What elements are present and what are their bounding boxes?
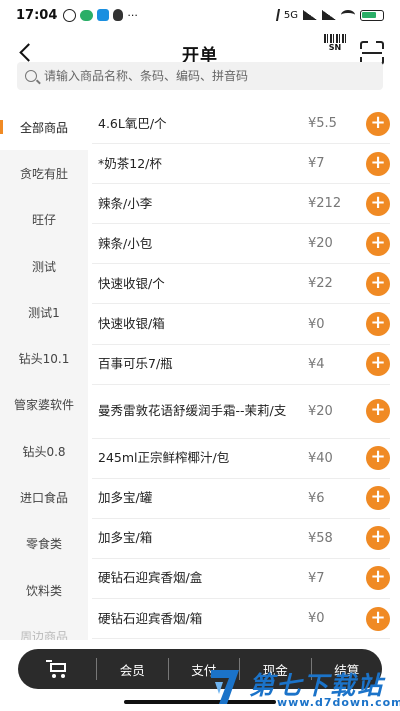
product-row[interactable]: 百事可乐7/瓶 ¥4 + <box>92 345 390 385</box>
product-name: 辣条/小包 <box>98 235 153 251</box>
product-row[interactable]: 硬钻石迎宾香烟/盒 ¥7 + <box>92 559 390 600</box>
category-item[interactable]: 贪吃有肚 <box>0 150 88 196</box>
product-price: ¥40 <box>308 450 333 466</box>
add-to-cart-button[interactable]: + <box>366 352 390 377</box>
add-to-cart-button[interactable]: + <box>366 399 390 424</box>
category-item[interactable]: 测试1 <box>0 289 88 335</box>
serial-number-label: SN <box>328 43 342 52</box>
wifi-icon <box>341 10 355 20</box>
status-time: 17:04 <box>16 7 58 23</box>
product-name: 快速收银/个 <box>98 275 165 291</box>
settle-button[interactable]: 结算 <box>312 660 383 679</box>
product-price: ¥0 <box>308 611 325 627</box>
bluetooth-icon <box>269 9 280 21</box>
search-bar[interactable] <box>17 62 383 90</box>
member-button[interactable]: 会员 <box>97 660 168 679</box>
add-to-cart-button[interactable]: + <box>366 526 390 551</box>
category-item[interactable]: 管家婆软件 <box>0 382 88 428</box>
product-row[interactable]: 曼秀雷敦花语舒缓润手霜--茉莉/支 ¥20 + <box>92 385 390 439</box>
category-item[interactable]: 全部商品 <box>0 104 88 151</box>
cart-icon <box>46 660 68 678</box>
add-to-cart-button[interactable]: + <box>366 566 390 591</box>
category-item[interactable]: 旺仔 <box>0 197 88 243</box>
add-to-cart-button[interactable]: + <box>366 111 390 136</box>
add-to-cart-button[interactable]: + <box>366 312 390 337</box>
category-item[interactable]: 测试 <box>0 243 88 289</box>
product-row[interactable]: 辣条/小包 ¥20 + <box>92 224 390 265</box>
checkout-bar: 会员 支付 现金 结算 <box>18 649 382 689</box>
product-name: 加多宝/箱 <box>98 530 153 546</box>
add-to-cart-button[interactable]: + <box>366 446 390 471</box>
product-row[interactable]: *奶茶12/杯 ¥7 + <box>92 144 390 185</box>
search-icon <box>25 70 37 82</box>
category-item[interactable]: 进口食品 <box>0 474 88 520</box>
product-name: 曼秀雷敦花语舒缓润手霜--茉莉/支 <box>98 403 287 419</box>
add-to-cart-button[interactable]: + <box>366 606 390 631</box>
pay-button[interactable]: 支付 <box>169 660 240 679</box>
qq-icon <box>113 9 124 21</box>
category-item[interactable]: 钻头0.8 <box>0 428 88 474</box>
product-name: 加多宝/罐 <box>98 490 153 506</box>
category-item[interactable]: 饮料类 <box>0 567 88 613</box>
product-row[interactable]: 加多宝/罐 ¥6 + <box>92 479 390 519</box>
payment-app-icon <box>97 9 110 21</box>
category-item[interactable]: 零食类 <box>0 521 88 567</box>
category-sidebar: 全部商品 贪吃有肚 旺仔 测试 测试1 钻头10.1 管家婆软件 钻头0.8 进… <box>0 104 88 640</box>
wechat-icon <box>80 9 94 21</box>
serial-number-button[interactable]: SN <box>323 34 347 56</box>
scan-icon <box>362 52 382 54</box>
product-price: ¥212 <box>308 196 342 212</box>
product-row[interactable]: 快速收银/箱 ¥0 + <box>92 304 390 345</box>
search-input[interactable] <box>44 69 364 83</box>
add-to-cart-button[interactable]: + <box>366 271 390 296</box>
notification-icons: ··· <box>63 8 138 22</box>
product-name: 硬钻石迎宾香烟/盒 <box>98 570 203 586</box>
product-row[interactable]: 4.6L氧巴/个 ¥5.5 + <box>92 104 390 145</box>
system-icons: 5G <box>269 9 384 21</box>
product-name: 快速收银/箱 <box>98 316 165 332</box>
product-name: 百事可乐7/瓶 <box>98 356 173 372</box>
cart-button[interactable] <box>18 649 96 689</box>
product-name: 硬钻石迎宾香烟/箱 <box>98 610 203 626</box>
add-to-cart-button[interactable]: + <box>366 231 390 256</box>
signal-icon-2 <box>322 10 336 20</box>
product-price: ¥4 <box>308 356 325 372</box>
product-price: ¥6 <box>308 490 325 506</box>
add-to-cart-button[interactable]: + <box>366 486 390 511</box>
product-name: 4.6L氧巴/个 <box>98 115 167 131</box>
status-bar: 17:04 ··· 5G <box>0 0 400 30</box>
signal-icon <box>303 10 317 20</box>
alarm-icon <box>63 8 77 22</box>
more-notifications-icon: ··· <box>127 8 138 22</box>
product-price: ¥58 <box>308 530 333 546</box>
battery-icon <box>360 9 384 21</box>
product-row[interactable]: 加多宝/箱 ¥58 + <box>92 519 390 559</box>
product-row[interactable]: 快速收银/个 ¥22 + <box>92 264 390 305</box>
product-price: ¥0 <box>308 316 325 332</box>
product-row[interactable]: 245ml正宗鲜榨椰汁/包 ¥40 + <box>92 439 390 479</box>
product-name: 245ml正宗鲜榨椰汁/包 <box>98 450 230 466</box>
product-list: 4.6L氧巴/个 ¥5.5 + *奶茶12/杯 ¥7 + 辣条/小李 ¥212 … <box>88 104 400 640</box>
category-item[interactable]: 周边商品 <box>0 613 88 640</box>
product-row[interactable]: 硬钻石迎宾香烟/箱 ¥0 + <box>92 599 390 640</box>
product-price: ¥7 <box>308 156 325 172</box>
category-item[interactable]: 钻头10.1 <box>0 335 88 381</box>
watermark-url: www.d7down.com <box>277 696 400 709</box>
add-to-cart-button[interactable]: + <box>366 151 390 176</box>
product-name: *奶茶12/杯 <box>98 155 162 171</box>
product-row[interactable]: 辣条/小李 ¥212 + <box>92 184 390 225</box>
barcode-icon <box>324 34 346 43</box>
network-type: 5G <box>283 9 298 21</box>
product-price: ¥22 <box>308 276 333 292</box>
product-price: ¥20 <box>308 236 333 252</box>
cash-button[interactable]: 现金 <box>240 660 311 679</box>
product-price: ¥20 <box>308 403 333 419</box>
product-name: 辣条/小李 <box>98 195 153 211</box>
add-to-cart-button[interactable]: + <box>366 191 390 216</box>
product-price: ¥7 <box>308 570 325 586</box>
home-indicator[interactable] <box>124 700 276 704</box>
product-price: ¥5.5 <box>308 116 337 132</box>
